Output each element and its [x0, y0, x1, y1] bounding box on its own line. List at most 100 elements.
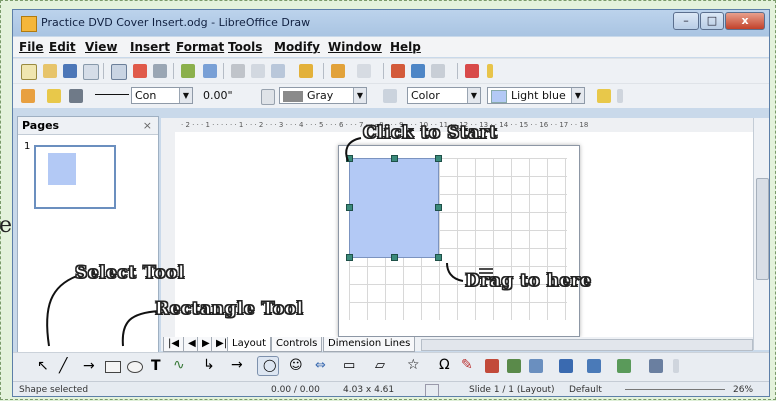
menu-edit[interactable]: Edit [49, 40, 76, 54]
save-icon[interactable] [63, 64, 77, 78]
resize-handle[interactable] [391, 155, 398, 162]
menu-tools[interactable]: Tools [228, 40, 262, 54]
chevron-down-icon[interactable]: ▼ [467, 88, 480, 103]
paste-icon[interactable] [271, 64, 285, 78]
chevron-down-icon[interactable]: ▼ [179, 88, 192, 103]
styles-icon[interactable] [21, 89, 35, 103]
toolbar-overflow-icon[interactable] [617, 89, 623, 103]
resize-handle[interactable] [346, 254, 353, 261]
extrusion-icon[interactable] [559, 359, 573, 373]
chevron-down-icon[interactable]: ▼ [571, 88, 584, 103]
resize-handle[interactable] [346, 204, 353, 211]
open-folder-icon[interactable] [43, 64, 57, 78]
page-thumbnail[interactable] [34, 145, 116, 209]
spellcheck-icon[interactable] [181, 64, 195, 78]
fontwork-icon[interactable] [485, 359, 499, 373]
pages-panel-title: Pages [22, 119, 60, 132]
menu-view[interactable]: View [85, 40, 117, 54]
from-file-icon[interactable] [507, 359, 521, 373]
export-pdf-icon[interactable] [133, 64, 147, 78]
arrange-icon[interactable] [617, 359, 631, 373]
line-color-select[interactable]: Gray ▼ [279, 87, 367, 104]
shadow-tool-icon[interactable] [649, 359, 663, 373]
cut-icon[interactable] [231, 64, 245, 78]
tab-layout[interactable]: Layout [227, 337, 271, 352]
chart-icon[interactable] [391, 64, 405, 78]
callout-rectangle-tool: Rectangle Tool [154, 299, 304, 320]
menu-insert[interactable]: Insert [130, 40, 170, 54]
tab-nav-first[interactable]: |◀ [163, 337, 185, 352]
toolbar-overflow-icon[interactable] [487, 64, 493, 78]
page-number: 1 [24, 141, 31, 152]
title-bar[interactable]: Practice DVD Cover Insert.odg - LibreOff… [13, 10, 769, 36]
tab-controls[interactable]: Controls [271, 337, 323, 352]
vertical-scrollbar[interactable] [753, 118, 769, 350]
curve-tool-icon[interactable]: ∿ [173, 357, 185, 373]
resize-handle[interactable] [435, 204, 442, 211]
connector-tool-icon[interactable]: ↳ [203, 357, 215, 373]
select-arrow-icon[interactable]: ↖ [37, 358, 49, 374]
menu-window[interactable]: Window [328, 40, 382, 54]
close-panel-icon[interactable]: × [143, 117, 152, 135]
symbol-shapes-icon[interactable]: ☺ [289, 358, 303, 373]
arrow-line-icon[interactable]: → [83, 358, 95, 374]
zoom-icon[interactable] [431, 64, 445, 78]
glue-points-icon[interactable]: ✎ [461, 357, 473, 373]
callout-drag-to-here: Drag to here [465, 271, 592, 292]
line-ends-icon[interactable]: → [231, 357, 243, 373]
ellipse-tool-icon[interactable] [127, 361, 143, 373]
navigator-icon[interactable] [411, 64, 425, 78]
menu-format[interactable]: Format [176, 40, 224, 54]
text-tool-icon[interactable]: T [151, 358, 161, 374]
email-icon[interactable] [83, 64, 99, 80]
align-icon[interactable] [587, 359, 601, 373]
copy-icon[interactable] [251, 64, 265, 78]
menu-modify[interactable]: Modify [274, 40, 320, 54]
shadow-icon[interactable] [597, 89, 611, 103]
block-arrows-icon[interactable]: ⇔ [315, 358, 326, 373]
line-width-field[interactable]: 0.00" [199, 87, 257, 104]
close-button[interactable]: x [725, 12, 765, 30]
arrow-style-icon[interactable] [69, 89, 83, 103]
undo-icon[interactable] [331, 64, 345, 78]
gallery-icon[interactable] [529, 359, 543, 373]
clone-formatting-icon[interactable] [299, 64, 313, 78]
line-icon[interactable] [47, 89, 61, 103]
maximize-button[interactable]: □ [700, 12, 724, 30]
tab-dimension-lines[interactable]: Dimension Lines [323, 337, 416, 352]
area-style-select[interactable]: Color ▼ [407, 87, 481, 104]
resize-handle[interactable] [435, 254, 442, 261]
line-tool-icon[interactable]: ╱ [59, 358, 67, 374]
new-document-icon[interactable] [21, 64, 37, 80]
area-fill-icon[interactable] [383, 89, 397, 103]
toolbar-overflow-icon[interactable] [673, 359, 679, 373]
status-message: Shape selected [19, 385, 89, 395]
resize-handle[interactable] [391, 254, 398, 261]
page-zoom-view[interactable] [338, 145, 580, 337]
print-icon[interactable] [153, 64, 167, 78]
stars-icon[interactable]: ☆ [407, 357, 420, 373]
menu-help[interactable]: Help [390, 40, 421, 54]
line-color-value: Gray [307, 89, 334, 102]
redo-icon[interactable] [357, 64, 371, 78]
menu-file[interactable]: File [19, 40, 44, 54]
line-width-spinner[interactable] [261, 89, 275, 105]
resize-handle[interactable] [346, 155, 353, 162]
points-icon[interactable]: Ω [439, 357, 450, 373]
status-master: Default [569, 385, 602, 395]
rectangle-tool-icon[interactable] [105, 361, 121, 373]
edit-file-icon[interactable] [111, 64, 127, 80]
flowchart-icon[interactable]: ▭ [343, 358, 355, 373]
scrollbar-thumb[interactable] [756, 178, 769, 280]
area-color-select[interactable]: Light blue ▼ [487, 87, 585, 104]
zoom-slider[interactable] [625, 389, 725, 390]
resize-handle[interactable] [435, 155, 442, 162]
help-icon[interactable] [465, 64, 479, 78]
minimize-button[interactable]: – [673, 12, 699, 30]
horizontal-scrollbar[interactable] [421, 339, 753, 351]
rectangle-shape[interactable] [349, 158, 439, 258]
autospellcheck-icon[interactable] [203, 64, 217, 78]
chevron-down-icon[interactable]: ▼ [353, 88, 366, 103]
callouts-icon[interactable]: ▱ [375, 358, 385, 373]
line-style-select[interactable]: Con ▼ [131, 87, 193, 104]
